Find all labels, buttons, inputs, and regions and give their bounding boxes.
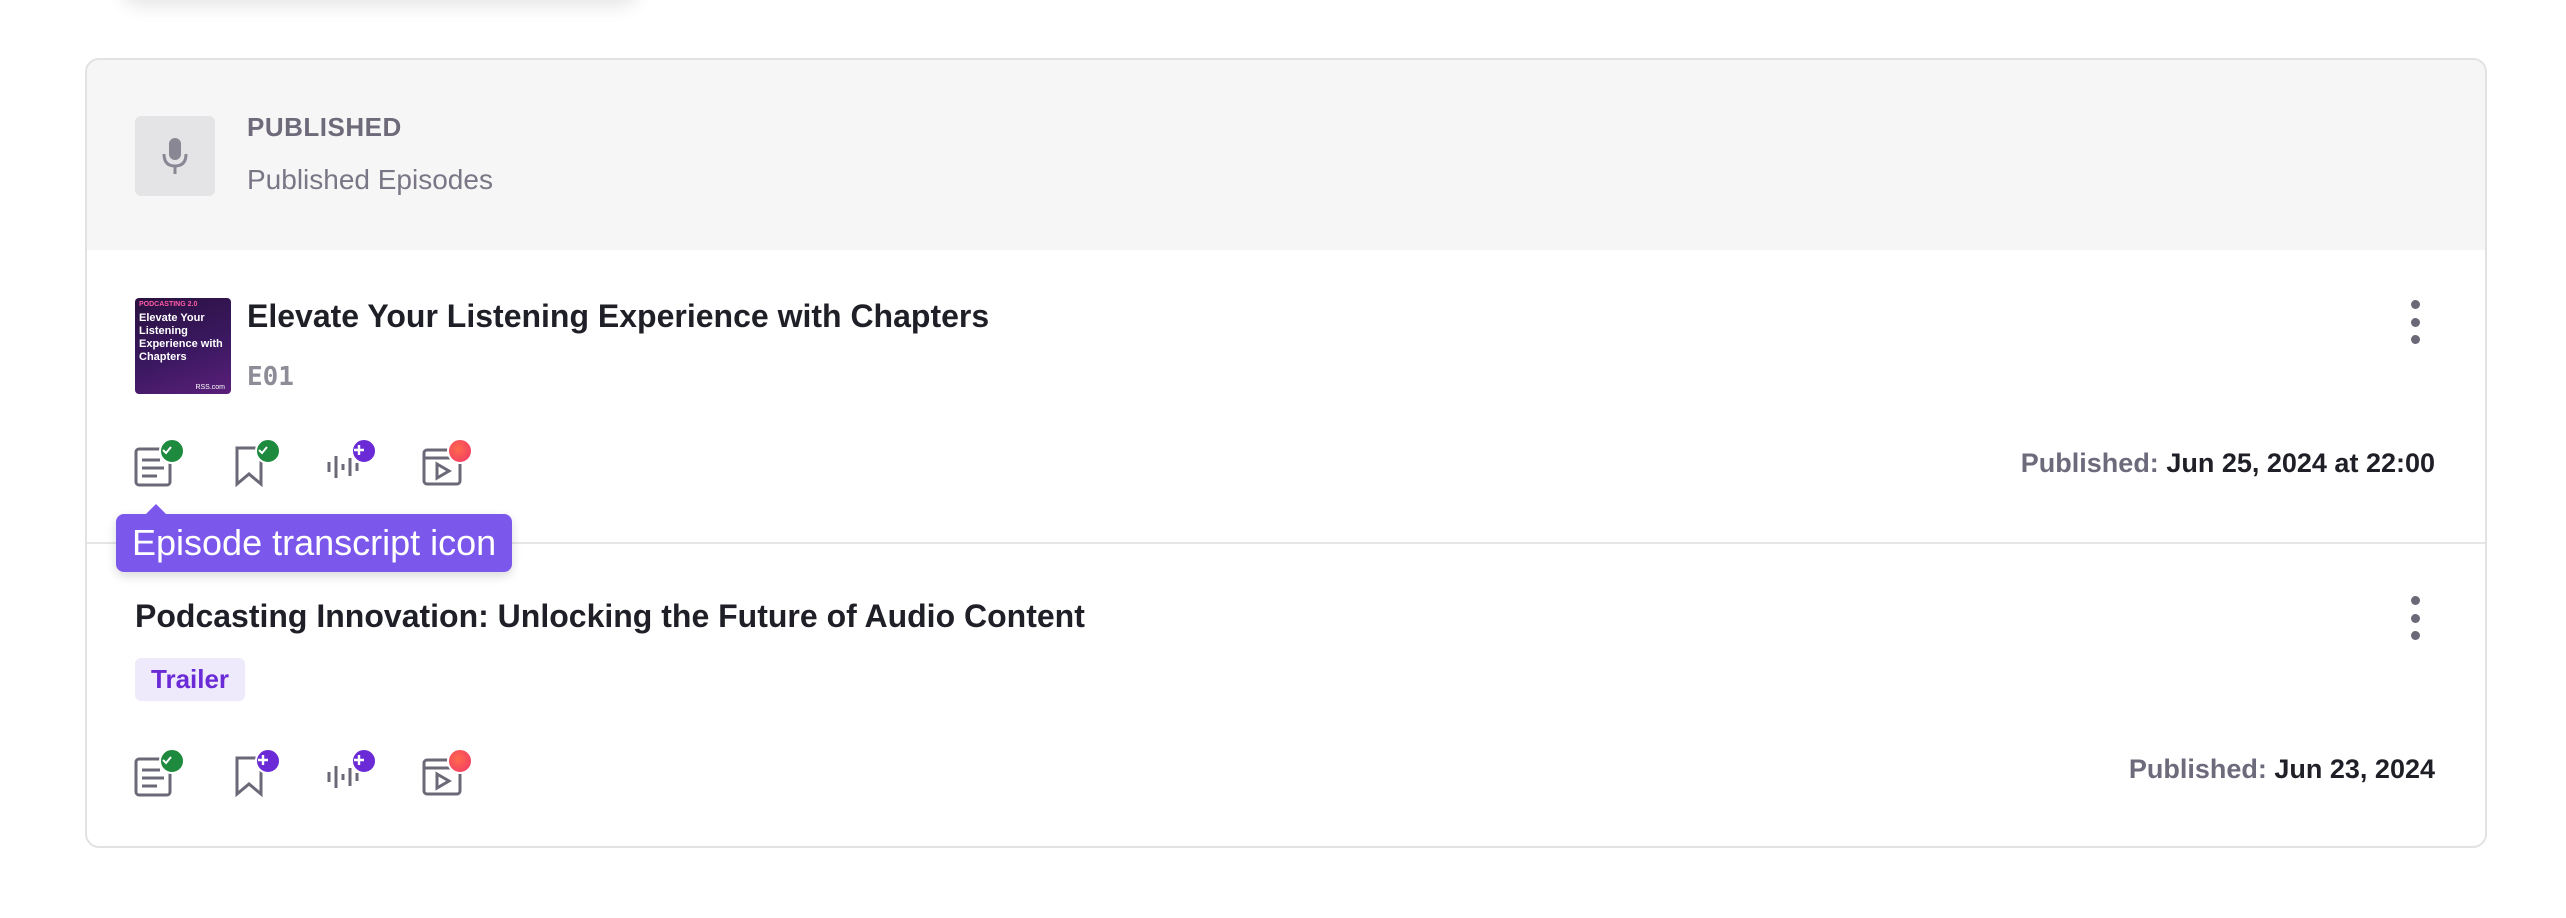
more-options-icon[interactable]	[2409, 300, 2421, 344]
add-icon	[351, 748, 377, 774]
microphone-icon	[135, 116, 215, 196]
published-label: Published:	[2020, 448, 2159, 478]
transcript-icon[interactable]	[133, 748, 185, 798]
episode-row: Podcasting Innovation: Unlocking the Fut…	[87, 544, 2485, 846]
published-value: Jun 23, 2024	[2274, 754, 2435, 784]
check-icon	[159, 748, 185, 774]
episode-title[interactable]: Elevate Your Listening Experience with C…	[247, 298, 989, 335]
video-icon[interactable]	[421, 438, 473, 488]
transcript-icon[interactable]	[133, 438, 185, 488]
section-kicker: PUBLISHED	[247, 112, 402, 142]
published-label: Published:	[2128, 754, 2267, 784]
published-date: Published: Jun 25, 2024 at 22:00	[2021, 448, 2435, 479]
episode-row: PODCASTING 2.0 Elevate Your Listening Ex…	[87, 250, 2485, 544]
chapters-icon[interactable]	[229, 748, 281, 798]
section-header: PUBLISHED Published Episodes	[87, 60, 2485, 250]
new-indicator-icon	[447, 438, 473, 464]
trailer-badge: Trailer	[135, 658, 246, 701]
episode-feature-icons	[133, 748, 473, 798]
soundbite-icon[interactable]	[325, 748, 377, 798]
episode-number: E01	[247, 362, 294, 392]
episode-cover-art[interactable]: PODCASTING 2.0 Elevate Your Listening Ex…	[135, 298, 231, 394]
more-options-icon[interactable]	[2409, 596, 2421, 640]
published-date: Published: Jun 23, 2024	[2129, 754, 2435, 785]
cover-tag: PODCASTING 2.0	[139, 301, 198, 308]
check-icon	[255, 438, 281, 464]
check-icon	[159, 438, 185, 464]
video-icon[interactable]	[421, 748, 473, 798]
section-title: Published Episodes	[247, 164, 493, 195]
published-episodes-card: PUBLISHED Published Episodes PODCASTING …	[85, 58, 2487, 848]
new-indicator-icon	[447, 748, 473, 774]
episode-title[interactable]: Podcasting Innovation: Unlocking the Fut…	[135, 598, 1085, 635]
cover-brand: RSS.com	[195, 384, 225, 391]
chapters-icon[interactable]	[229, 438, 281, 488]
soundbite-icon[interactable]	[325, 438, 377, 488]
transcript-tooltip: Episode transcript icon	[116, 504, 513, 572]
episode-feature-icons	[133, 438, 473, 488]
cover-title: Elevate Your Listening Experience with C…	[139, 312, 223, 363]
published-value: Jun 25, 2024 at 22:00	[2166, 448, 2435, 478]
add-icon	[255, 748, 281, 774]
add-icon	[351, 438, 377, 464]
